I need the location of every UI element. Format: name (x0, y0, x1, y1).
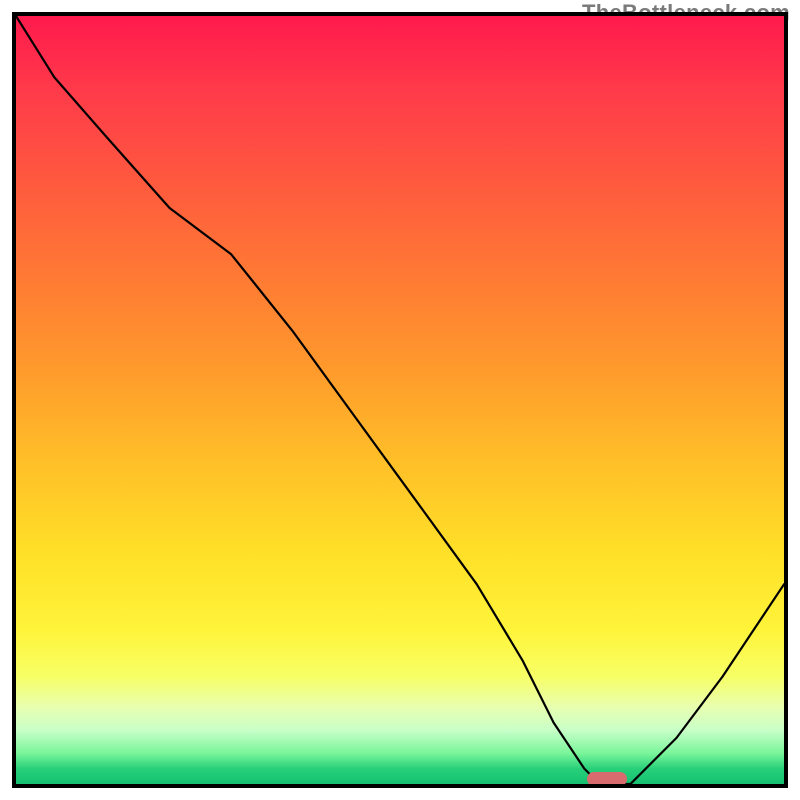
chart-container: TheBottleneck.com (0, 0, 800, 800)
plot-area (12, 12, 788, 788)
optimal-marker (587, 772, 627, 786)
curve-svg (16, 16, 784, 784)
curve-path (16, 16, 784, 784)
